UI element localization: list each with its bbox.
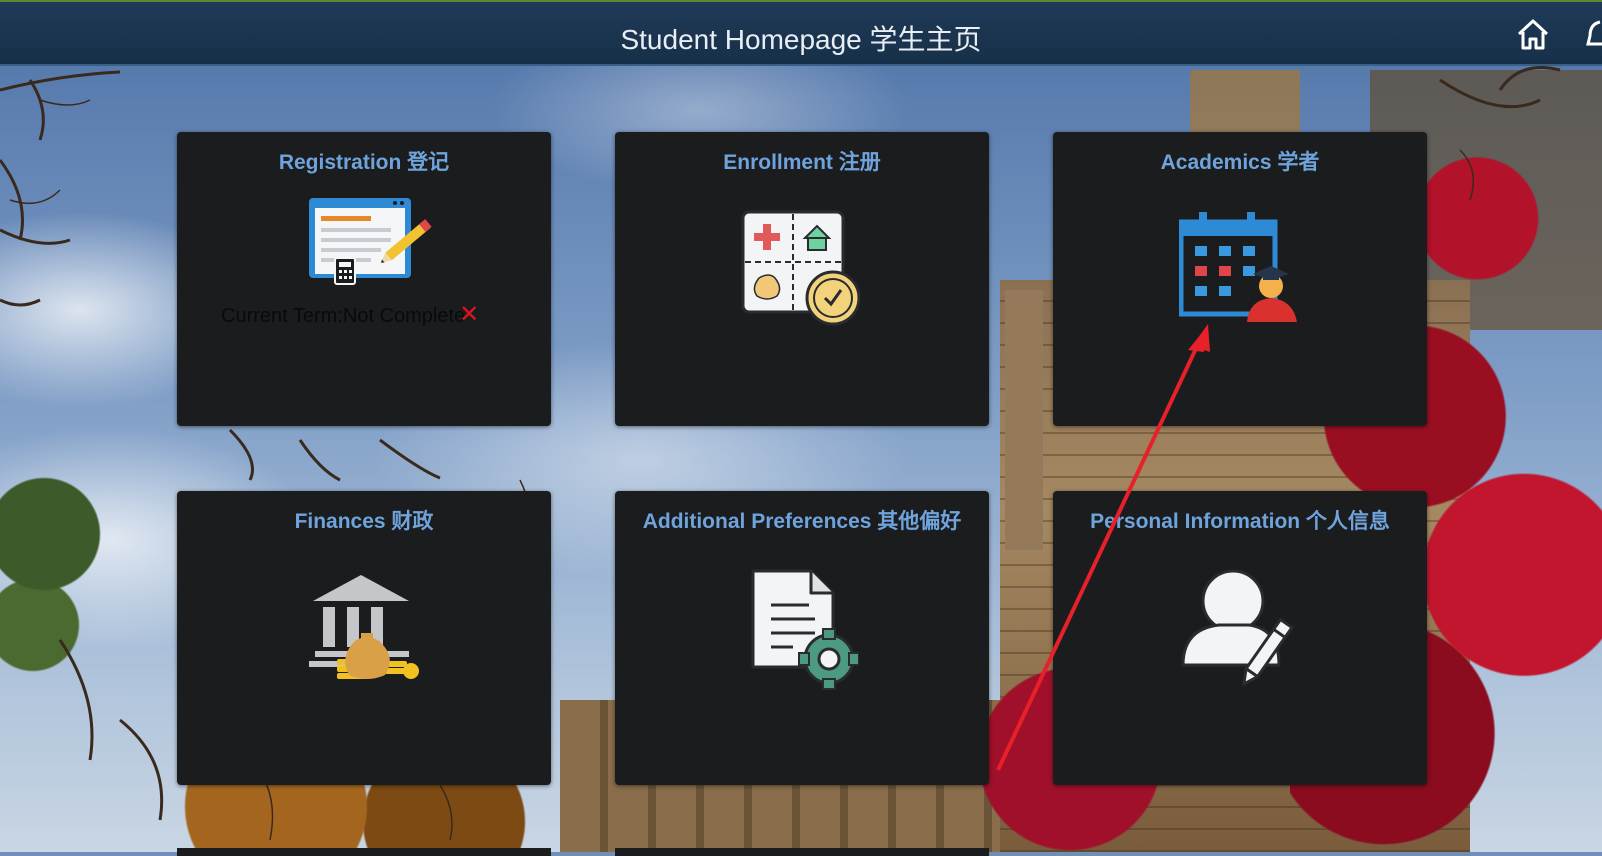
annotation-arrow xyxy=(996,324,1210,771)
